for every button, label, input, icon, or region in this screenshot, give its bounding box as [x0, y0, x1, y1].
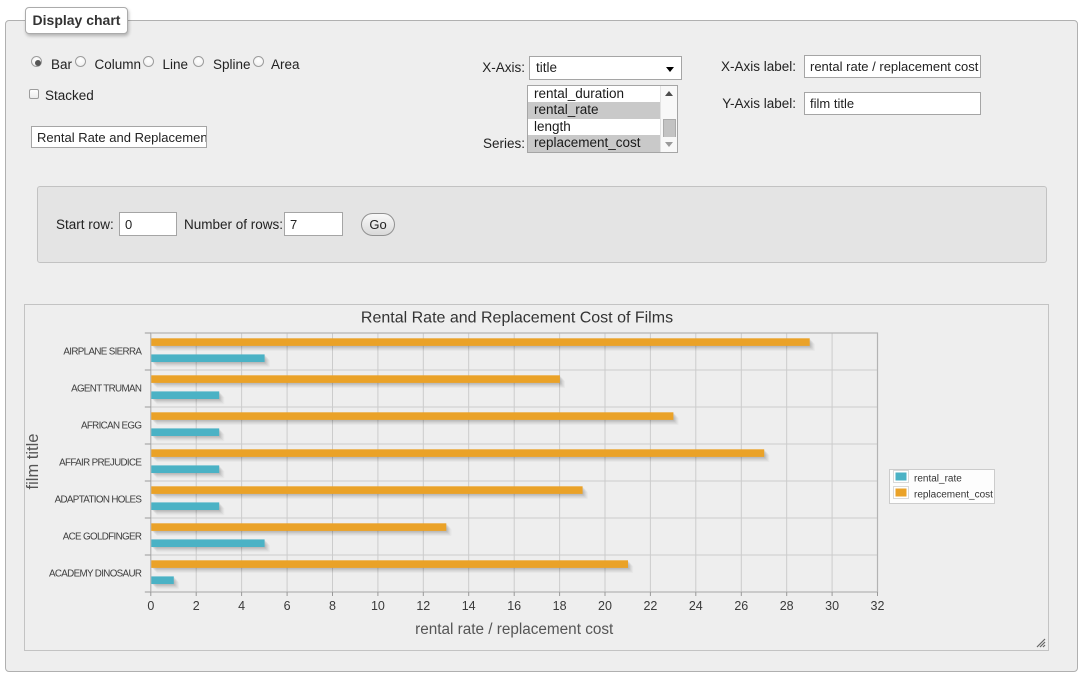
svg-text:2: 2 — [193, 599, 200, 613]
svg-text:AIRPLANE SIERRA: AIRPLANE SIERRA — [63, 347, 142, 358]
svg-text:rental_rate: rental_rate — [914, 474, 962, 485]
svg-text:28: 28 — [780, 599, 794, 613]
svg-text:20: 20 — [598, 599, 612, 613]
svg-text:30: 30 — [825, 599, 839, 613]
svg-text:16: 16 — [507, 599, 521, 613]
svg-text:film title: film title — [25, 434, 42, 490]
svg-text:replacement_cost: replacement_cost — [914, 490, 993, 501]
svg-text:ACE GOLDFINGER: ACE GOLDFINGER — [63, 532, 142, 543]
svg-text:Rental Rate and Replacement Co: Rental Rate and Replacement Cost of Film… — [361, 310, 673, 327]
svg-text:rental rate / replacement cost: rental rate / replacement cost — [415, 621, 614, 638]
svg-text:6: 6 — [284, 599, 291, 613]
svg-text:12: 12 — [416, 599, 430, 613]
svg-text:ADAPTATION HOLES: ADAPTATION HOLES — [55, 495, 143, 506]
svg-text:22: 22 — [643, 599, 657, 613]
svg-text:AFFAIR PREJUDICE: AFFAIR PREJUDICE — [59, 458, 142, 469]
svg-text:4: 4 — [238, 599, 245, 613]
svg-text:24: 24 — [689, 599, 703, 613]
svg-text:AFRICAN EGG: AFRICAN EGG — [81, 421, 141, 432]
svg-text:0: 0 — [147, 599, 154, 613]
svg-text:26: 26 — [734, 599, 748, 613]
svg-text:18: 18 — [553, 599, 567, 613]
svg-text:14: 14 — [462, 599, 476, 613]
svg-text:AGENT TRUMAN: AGENT TRUMAN — [71, 384, 142, 395]
svg-text:10: 10 — [371, 599, 385, 613]
svg-text:8: 8 — [329, 599, 336, 613]
svg-text:32: 32 — [871, 599, 885, 613]
svg-text:ACADEMY DINOSAUR: ACADEMY DINOSAUR — [49, 569, 142, 580]
